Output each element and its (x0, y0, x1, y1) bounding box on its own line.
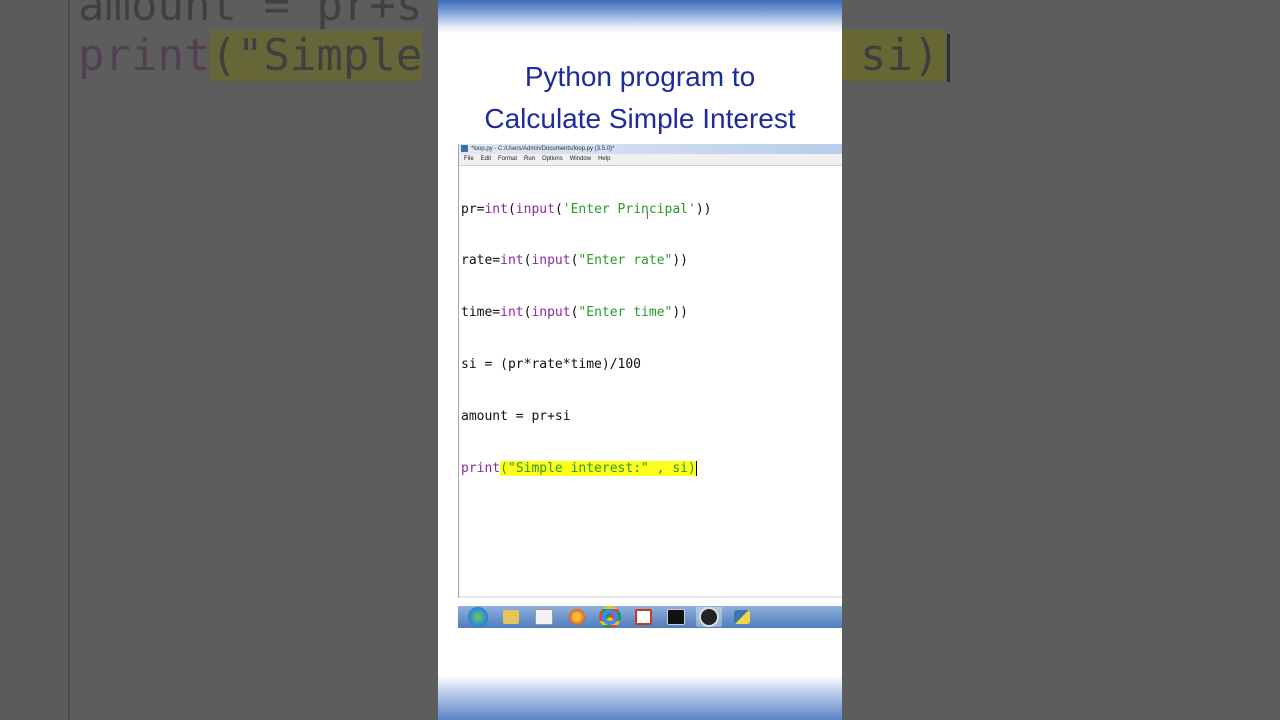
background-print-highlight: ("Simple (210, 30, 423, 81)
obs-icon (699, 607, 719, 627)
menu-edit[interactable]: Edit (481, 156, 491, 162)
menu-file[interactable]: File (464, 156, 474, 162)
code-keyword: input (531, 253, 571, 269)
video-title-line1: Python program to (524, 61, 756, 92)
code-line-5: amount = pr+si (461, 409, 571, 425)
code-line-3: time=int(input("Enter time")) (461, 304, 842, 321)
window-title: *loop.py - C:/Users/Admin/Documents/loop… (471, 146, 615, 152)
code-keyword: print (461, 461, 501, 477)
code-token: ( (507, 201, 516, 217)
chrome-icon (599, 606, 621, 628)
code-line-6: print("Simple interest:" , si) (461, 460, 842, 477)
code-token: pr= (461, 201, 485, 217)
menu-run[interactable]: Run (524, 156, 535, 162)
folder-icon (503, 610, 519, 624)
background-right-highlight: si) (842, 30, 946, 81)
code-token: time= (461, 305, 501, 321)
code-token: ( (554, 201, 563, 217)
code-string: "Enter rate" (578, 253, 673, 269)
code-token: )) (695, 201, 712, 217)
code-keyword: input (515, 201, 555, 217)
powerpoint-icon (634, 609, 652, 625)
code-keyword: input (531, 305, 571, 321)
code-editor[interactable]: pr=int(input('Enter Principal')) rate=in… (461, 166, 842, 596)
ibeam-cursor-icon: I (646, 211, 649, 222)
taskbar-command-prompt[interactable] (663, 607, 689, 627)
taskbar-python-idle[interactable] (729, 607, 755, 627)
code-line-2: rate=int(input("Enter rate")) (461, 252, 842, 269)
horizontal-scrollbar[interactable] (459, 596, 842, 598)
text-caret (695, 461, 697, 477)
background-code-line-amount: amount = pr+s (78, 0, 423, 31)
taskbar-powerpoint[interactable] (630, 607, 656, 627)
background-code-line-print: print("Simple (78, 30, 423, 81)
window-titlebar[interactable]: *loop.py - C:/Users/Admin/Documents/loop… (459, 144, 842, 154)
code-line-1: pr=int(input('Enter Principal')) (461, 201, 842, 218)
menu-bar: File Edit Format Run Options Window Help (459, 154, 842, 166)
code-keyword: int (500, 305, 524, 321)
firefox-icon (569, 609, 585, 625)
taskbar-obs[interactable] (696, 607, 722, 627)
media-player-icon (535, 609, 553, 625)
idle-editor-window: *loop.py - C:/Users/Admin/Documents/loop… (458, 144, 842, 598)
code-token: )) (672, 305, 688, 321)
bracket-highlight: ("Simple interest:" , si) (500, 461, 696, 477)
code-token: ( (500, 461, 508, 477)
background-print-keyword: print (78, 30, 211, 81)
code-line-4: si = (pr*rate*time)/100 (461, 357, 642, 373)
video-title: Python program to Calculate Simple Inter… (438, 56, 842, 140)
menu-options[interactable]: Options (542, 156, 563, 162)
code-keyword: int (484, 201, 508, 217)
menu-format[interactable]: Format (498, 156, 517, 162)
taskbar-chrome[interactable] (597, 606, 623, 628)
menu-help[interactable]: Help (598, 156, 610, 162)
code-string: "Enter time" (578, 305, 673, 321)
windows-taskbar (458, 606, 842, 628)
windows-start-icon (468, 607, 488, 627)
top-blur-strip (438, 0, 842, 34)
code-string: "Simple interest:" (507, 461, 649, 477)
bottom-blur-strip (438, 676, 842, 720)
background-code-right: si) (842, 30, 951, 82)
taskbar-media-player[interactable] (531, 607, 557, 627)
code-token: rate= (461, 253, 501, 269)
taskbar-firefox[interactable] (564, 607, 590, 627)
menu-window[interactable]: Window (570, 156, 591, 162)
code-string: 'Enter Principal' (562, 201, 696, 217)
video-frame: Python program to Calculate Simple Inter… (438, 0, 842, 720)
code-token: , si) (648, 461, 696, 477)
background-caret (947, 34, 951, 82)
python-icon (734, 610, 750, 624)
code-keyword: int (500, 253, 524, 269)
start-button[interactable] (465, 607, 491, 627)
command-prompt-icon (667, 609, 685, 625)
video-title-line2: Calculate Simple Interest (484, 103, 796, 134)
code-token: )) (672, 253, 688, 269)
taskbar-file-explorer[interactable] (498, 607, 524, 627)
python-file-icon (461, 145, 468, 152)
